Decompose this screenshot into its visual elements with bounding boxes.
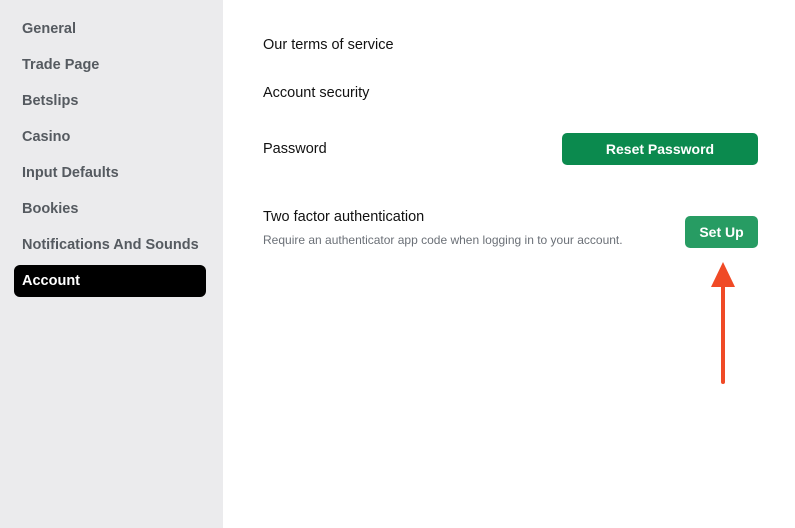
sidebar-item-label: General — [22, 21, 76, 37]
sidebar-item-betslips[interactable]: Betslips — [14, 85, 206, 117]
sidebar-item-account[interactable]: Account — [14, 265, 206, 297]
reset-password-button[interactable]: Reset Password — [562, 133, 758, 165]
sidebar-item-general[interactable]: General — [14, 13, 206, 45]
sidebar-item-trade-page[interactable]: Trade Page — [14, 49, 206, 81]
password-label: Password — [263, 141, 327, 157]
sidebar-item-bookies[interactable]: Bookies — [14, 193, 206, 225]
settings-window: General Trade Page Betslips Casino Input… — [0, 0, 795, 528]
account-security-heading: Account security — [263, 85, 370, 101]
two-factor-setup-button[interactable]: Set Up — [685, 216, 758, 248]
sidebar-item-input-defaults[interactable]: Input Defaults — [14, 157, 206, 189]
sidebar-item-casino[interactable]: Casino — [14, 121, 206, 153]
up-arrow-icon — [711, 262, 735, 384]
sidebar-item-label: Casino — [22, 129, 71, 145]
sidebar-item-notifications-and-sounds[interactable]: Notifications And Sounds — [14, 229, 206, 261]
two-factor-description: Require an authenticator app code when l… — [263, 233, 623, 247]
sidebar-item-label: Input Defaults — [22, 165, 119, 181]
settings-sidebar: General Trade Page Betslips Casino Input… — [0, 0, 223, 528]
sidebar-item-label: Bookies — [22, 201, 79, 217]
two-factor-title: Two factor authentication — [263, 209, 425, 225]
sidebar-item-label: Notifications And Sounds — [22, 237, 199, 253]
sidebar-item-label: Trade Page — [22, 57, 100, 73]
terms-of-service-link[interactable]: Our terms of service — [263, 37, 394, 53]
sidebar-item-label: Betslips — [22, 93, 79, 109]
sidebar-item-label: Account — [22, 273, 80, 289]
